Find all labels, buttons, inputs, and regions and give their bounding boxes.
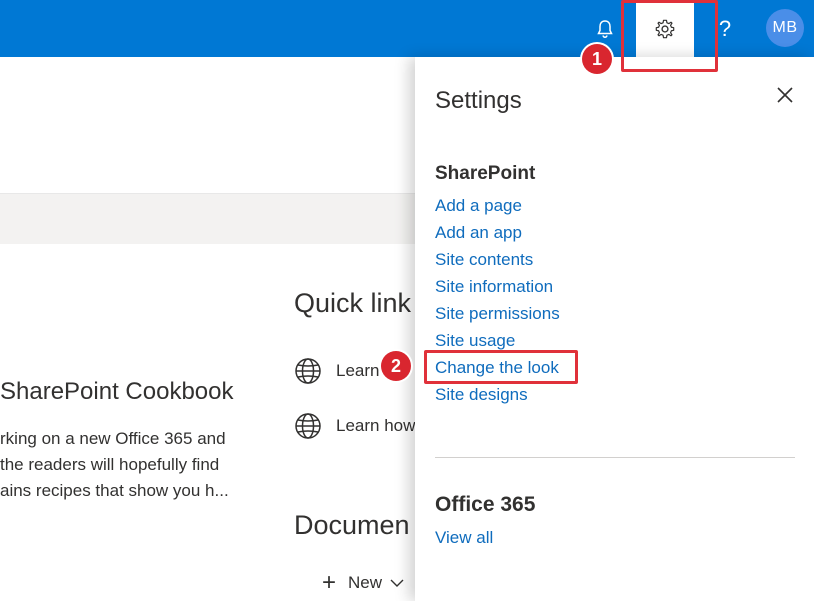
panel-title: Settings [435,87,522,114]
site-description: rking on a new Office 365 and the reader… [0,426,260,504]
site-contents-link[interactable]: Site contents [435,246,560,273]
settings-highlight [621,0,718,72]
step-badge-1: 1 [582,44,612,74]
close-icon[interactable] [775,85,795,105]
globe-icon [295,413,321,439]
step-badge-2: 2 [381,351,411,381]
add-app-link[interactable]: Add an app [435,219,560,246]
avatar-initials: MB [772,19,798,36]
avatar[interactable]: MB [766,9,804,47]
globe-icon [295,358,321,384]
quick-link-label: Learn how [336,416,416,435]
bell-icon [597,19,613,38]
description-line: the readers will hopefully find [0,455,220,474]
site-title: SharePoint Cookbook [0,378,234,405]
settings-panel: Settings SharePoint Add a page Add an ap… [415,57,814,601]
description-line: rking on a new Office 365 and [0,429,226,448]
sharepoint-heading: SharePoint [435,163,536,184]
view-all-link[interactable]: View all [435,528,493,548]
quick-link-item[interactable]: Learn [294,357,379,385]
documents-heading: Documen [294,510,410,540]
add-page-link[interactable]: Add a page [435,192,560,219]
help-icon: ? [718,15,732,41]
new-label: New [348,573,383,592]
quick-link-label: Learn [336,361,380,380]
description-line: ains recipes that show you h... [0,481,229,500]
change-look-highlight [424,350,578,384]
site-permissions-link[interactable]: Site permissions [435,300,560,327]
command-bar [0,193,420,244]
quick-link-item[interactable]: Learn how [294,412,415,440]
quick-links-heading: Quick link [294,288,412,318]
site-designs-link[interactable]: Site designs [435,381,560,408]
plus-icon: + [322,569,337,596]
chevron-down-icon [390,579,404,587]
new-button[interactable]: + New [322,569,404,596]
office365-heading: Office 365 [435,493,536,516]
divider [435,457,795,458]
site-information-link[interactable]: Site information [435,273,560,300]
